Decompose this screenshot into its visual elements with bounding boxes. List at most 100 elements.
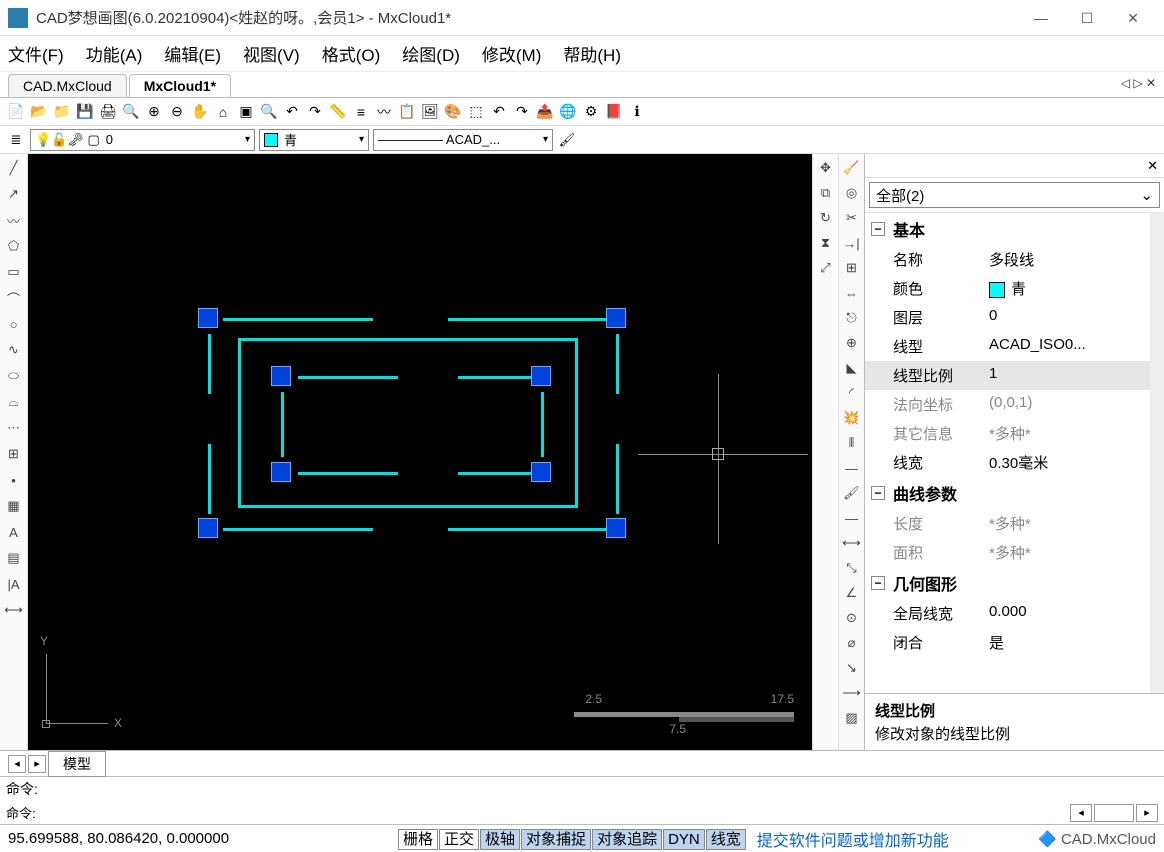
dim-diameter-icon[interactable]: ⌀ <box>842 633 862 653</box>
property-group[interactable]: −几何图形 <box>865 567 1150 599</box>
menu-draw[interactable]: 绘图(D) <box>402 41 460 66</box>
grip[interactable] <box>606 308 626 328</box>
close-button[interactable]: ✕ <box>1110 3 1156 33</box>
property-row[interactable]: 颜色青 <box>865 274 1150 303</box>
rectangle-icon[interactable]: ▭ <box>4 262 24 282</box>
layer-manager-icon[interactable]: ≣ <box>6 130 26 150</box>
mtext-icon[interactable]: |A <box>4 574 24 594</box>
text-icon[interactable]: A <box>4 522 24 542</box>
settings-icon[interactable]: ⚙ <box>581 102 601 122</box>
print-icon[interactable]: 🖨 <box>98 102 118 122</box>
property-group[interactable]: −曲线参数 <box>865 477 1150 509</box>
ray-icon[interactable]: ↗ <box>4 184 24 204</box>
mode-对象捕捉[interactable]: 对象捕捉 <box>521 829 591 850</box>
about-icon[interactable]: ℹ <box>627 102 647 122</box>
zoom-out-icon[interactable]: ⊖ <box>167 102 187 122</box>
zoom-in-icon[interactable]: ⊕ <box>144 102 164 122</box>
grip[interactable] <box>531 366 551 386</box>
layers-icon[interactable]: ≡ <box>351 102 371 122</box>
export-icon[interactable]: 📤 <box>535 102 555 122</box>
dim-angular-icon[interactable]: ∠ <box>842 583 862 603</box>
menu-file[interactable]: 文件(F) <box>8 41 64 66</box>
scroll-thumb[interactable] <box>1094 804 1134 822</box>
menu-edit[interactable]: 编辑(E) <box>164 41 221 66</box>
menu-help[interactable]: 帮助(H) <box>563 41 621 66</box>
property-row[interactable]: 图层0 <box>865 303 1150 332</box>
menu-view[interactable]: 视图(V) <box>243 41 300 66</box>
tab-prev-icon[interactable]: ◂ <box>8 755 26 773</box>
grip[interactable] <box>531 462 551 482</box>
ellipse-icon[interactable]: ⬭ <box>4 366 24 386</box>
copy-icon[interactable]: ⧉ <box>816 183 836 203</box>
align-icon[interactable]: ⫴ <box>842 433 862 453</box>
redo-icon[interactable]: ↷ <box>305 102 325 122</box>
trim-icon[interactable]: ✂ <box>842 208 862 228</box>
brush-icon[interactable]: 🖌 <box>557 130 577 150</box>
web-icon[interactable]: 🌐 <box>558 102 578 122</box>
scale-icon[interactable]: ⤢ <box>816 258 836 278</box>
extend-icon[interactable]: →| <box>842 233 862 253</box>
matchprop-icon[interactable]: 🖌 <box>842 483 862 503</box>
zoom-all-icon[interactable]: ▣ <box>236 102 256 122</box>
select-icon[interactable]: ⬚ <box>466 102 486 122</box>
tab-nav[interactable]: ◁ ▷ ✕ <box>1121 76 1156 90</box>
property-row[interactable]: 法向坐标(0,0,1) <box>865 390 1150 419</box>
insert-block-icon[interactable]: ⊞ <box>4 444 24 464</box>
array-icon[interactable]: ⊞ <box>842 258 862 278</box>
selection-combo[interactable]: 全部(2) ⌄ <box>869 182 1160 208</box>
grip[interactable] <box>606 518 626 538</box>
menu-format[interactable]: 格式(O) <box>322 41 381 66</box>
property-row[interactable]: 其它信息*多种* <box>865 419 1150 448</box>
layer-combo[interactable]: 💡🔓🗝 ▢ 0 ▾ <box>30 129 255 151</box>
property-row[interactable]: 线宽0.30毫米 <box>865 448 1150 477</box>
point-icon[interactable]: • <box>4 470 24 490</box>
image-icon[interactable]: 🖼 <box>420 102 440 122</box>
pdf-icon[interactable]: 📕 <box>604 102 624 122</box>
erase-icon[interactable]: 🧹 <box>842 158 862 178</box>
linetype-combo[interactable]: ————— ACAD_... ▾ <box>373 129 553 151</box>
offset-icon[interactable]: ◎ <box>842 183 862 203</box>
menu-modify[interactable]: 修改(M) <box>482 41 541 66</box>
leader-icon[interactable]: ↘ <box>842 658 862 678</box>
undo-icon[interactable]: ↶ <box>489 102 509 122</box>
panel-close-icon[interactable]: ✕ <box>1147 158 1158 174</box>
property-row[interactable]: 闭合是 <box>865 628 1150 657</box>
polygon-icon[interactable]: ⬠ <box>4 236 24 256</box>
mode-正交[interactable]: 正交 <box>439 829 479 850</box>
grip[interactable] <box>271 462 291 482</box>
new-icon[interactable]: 📄 <box>6 102 26 122</box>
break-icon[interactable]: ⎋ <box>842 308 862 328</box>
mode-栅格[interactable]: 栅格 <box>398 829 438 850</box>
dimension-icon[interactable]: ⟷ <box>4 600 24 620</box>
feedback-link[interactable]: 提交软件问题或增加新功能 <box>757 827 949 851</box>
scroll-left-icon[interactable]: ◂ <box>1070 804 1092 822</box>
arc-icon[interactable]: ⌒ <box>4 288 24 308</box>
ellipse-arc-icon[interactable]: ⌓ <box>4 392 24 412</box>
circle-icon[interactable]: ○ <box>4 314 24 334</box>
polyline-middle[interactable] <box>238 338 578 508</box>
minimize-button[interactable]: — <box>1018 3 1064 33</box>
grip[interactable] <box>271 366 291 386</box>
tab-cad-mxcloud[interactable]: CAD.MxCloud <box>8 74 127 97</box>
polyline-icon[interactable]: 〰 <box>4 210 24 230</box>
mode-DYN[interactable]: DYN <box>663 829 705 850</box>
hatch-icon[interactable]: ▦ <box>4 496 24 516</box>
pan-icon[interactable]: ✋ <box>190 102 210 122</box>
save-icon[interactable]: 💾 <box>75 102 95 122</box>
zoom-previous-icon[interactable]: ↶ <box>282 102 302 122</box>
measure-icon[interactable]: 📏 <box>328 102 348 122</box>
dim-aligned-icon[interactable]: ⤡ <box>842 558 862 578</box>
tab-next-icon[interactable]: ▸ <box>28 755 46 773</box>
property-row[interactable]: 线型ACAD_ISO0... <box>865 332 1150 361</box>
menu-function[interactable]: 功能(A) <box>86 41 143 66</box>
match-icon[interactable]: 🎨 <box>443 102 463 122</box>
property-row[interactable]: 名称多段线 <box>865 245 1150 274</box>
chamfer-icon[interactable]: ◣ <box>842 358 862 378</box>
color-combo[interactable]: 青 ▾ <box>259 129 369 151</box>
redo2-icon[interactable]: ↷ <box>512 102 532 122</box>
move-icon[interactable]: ✥ <box>816 158 836 178</box>
properties-icon[interactable]: 📋 <box>397 102 417 122</box>
join-icon[interactable]: ⊕ <box>842 333 862 353</box>
model-tab[interactable]: 模型 <box>48 751 106 777</box>
linetype-icon[interactable]: 〰 <box>374 102 394 122</box>
